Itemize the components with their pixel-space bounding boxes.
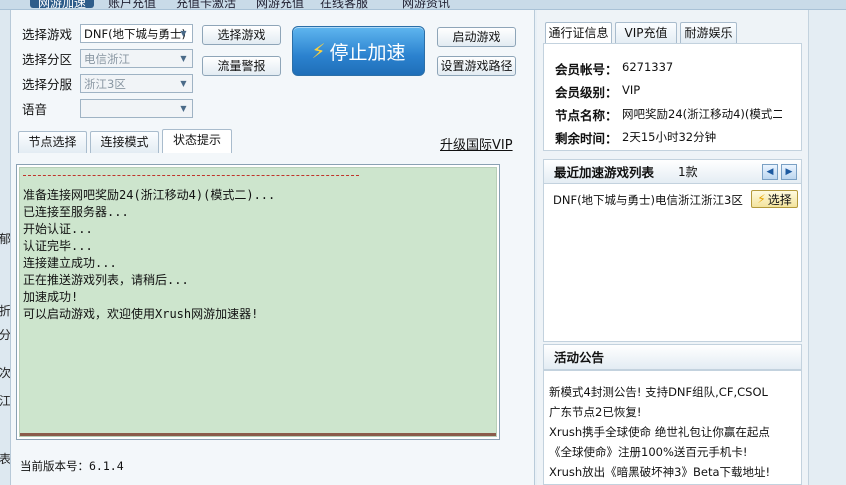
- notice-item[interactable]: Xrush放出《暗黑破坏神3》Beta下载地址!: [549, 464, 770, 480]
- log-line: 加速成功!: [23, 290, 79, 304]
- top-tab-support[interactable]: 在线客服: [320, 0, 368, 9]
- chevron-down-icon: ▼: [180, 79, 187, 88]
- tab-entertainment[interactable]: 耐游娱乐: [680, 22, 737, 44]
- log-line: 可以启动游戏，欢迎使用Xrush网游加速器!: [23, 307, 259, 321]
- game-label: 选择游戏: [22, 27, 73, 42]
- left-strip-glyph: 表: [0, 452, 11, 466]
- stop-accelerate-button[interactable]: ⚡ 停止加速: [292, 26, 425, 76]
- notice-item[interactable]: 《全球使命》注册100%送百元手机卡!: [549, 444, 748, 460]
- recent-game-item[interactable]: DNF(地下城与勇士)电信浙江浙江3区: [553, 192, 743, 208]
- right-gutter: [808, 10, 846, 485]
- left-clipped-strip: 郁 折 分 次 江 表: [0, 10, 11, 485]
- account-id-value: 6271337: [622, 60, 674, 74]
- left-strip-glyph: 次: [0, 366, 11, 380]
- top-nav-strip: 网游加速 账户充值 充值卡激活 网游充值 在线客服 网游资讯: [0, 0, 846, 10]
- node-name-key: 节点名称：: [555, 108, 618, 123]
- version-label: 当前版本号：: [20, 459, 89, 473]
- recent-games-list: DNF(地下城与勇士)电信浙江浙江3区 ⚡ 选择: [543, 183, 802, 342]
- chevron-down-icon: ▼: [180, 29, 187, 38]
- member-level-value: VIP: [622, 83, 641, 97]
- chevron-down-icon: ▼: [180, 54, 187, 63]
- notice-item[interactable]: 新模式4封测公告! 支持DNF组队,CF,CSOL: [549, 384, 768, 400]
- tab-status[interactable]: 状态提示: [162, 129, 232, 153]
- chevron-down-icon: ▼: [180, 104, 187, 113]
- next-arrow-icon[interactable]: ▶: [781, 164, 797, 180]
- log-line: 连接建立成功...: [23, 256, 117, 270]
- left-strip-glyph: 折: [0, 304, 11, 318]
- tab-vip-recharge[interactable]: VIP充值: [615, 22, 677, 44]
- notice-item[interactable]: Xrush携手全球使命 绝世礼包让你赢在起点: [549, 424, 770, 440]
- version-info: 当前版本号：6.1.4: [20, 458, 124, 474]
- notices-title: 活动公告: [554, 350, 605, 365]
- set-game-path-button[interactable]: 设置游戏路径: [437, 56, 516, 76]
- upgrade-vip-link[interactable]: 升级国际VIP: [440, 134, 513, 153]
- account-info-box: 会员帐号： 6271337 会员级别： VIP 节点名称： 网吧奖励24(浙江移…: [543, 43, 802, 151]
- status-log[interactable]: 准备连接网吧奖励24(浙江移动4)(模式二)... 已连接至服务器... 开始认…: [16, 164, 500, 440]
- account-id-key: 会员帐号：: [555, 62, 618, 77]
- left-strip-glyph: 分: [0, 328, 11, 342]
- tab-connect-mode[interactable]: 连接模式: [90, 131, 159, 153]
- select-game-button[interactable]: 选择游戏: [202, 25, 281, 45]
- voice-select[interactable]: ▼: [80, 99, 193, 118]
- zone-select[interactable]: 电信浙江 ▼: [80, 49, 193, 68]
- notices-header: 活动公告: [543, 344, 802, 370]
- recent-game-select-button[interactable]: ⚡ 选择: [751, 190, 798, 208]
- lightning-icon: ⚡: [757, 192, 766, 206]
- top-tab-recharge[interactable]: 账户充值: [108, 0, 156, 9]
- log-line: 准备连接网吧奖励24(浙江移动4)(模式二)...: [23, 188, 276, 202]
- remaining-time-key: 剩余时间：: [555, 131, 618, 146]
- left-strip-glyph: 江: [0, 394, 11, 408]
- launch-game-button[interactable]: 启动游戏: [437, 27, 516, 47]
- zone-label: 选择分区: [22, 52, 73, 67]
- server-select-value: 浙江3区: [84, 77, 126, 91]
- voice-label: 语音: [22, 102, 48, 117]
- node-name-value: 网吧奖励24(浙江移动4)(模式二): [622, 107, 782, 121]
- game-select[interactable]: DNF(地下城与勇士) ▼: [80, 24, 193, 43]
- remaining-time-value: 2天15小时32分钟: [622, 130, 717, 144]
- log-line: 正在推送游戏列表，请稍后...: [23, 273, 189, 287]
- server-label: 选择分服: [22, 77, 73, 92]
- lightning-icon: ⚡: [311, 39, 326, 63]
- recent-games-title: 最近加速游戏列表: [554, 165, 655, 180]
- recent-games-count: 1款: [678, 165, 698, 179]
- top-tab-card-activate[interactable]: 充值卡激活: [176, 0, 236, 9]
- log-bottom-bar: [20, 433, 496, 436]
- recent-game-select-label: 选择: [767, 192, 792, 207]
- member-level-key: 会员级别：: [555, 85, 618, 100]
- notice-item[interactable]: 广东节点2已恢复!: [549, 404, 641, 420]
- server-select[interactable]: 浙江3区 ▼: [80, 74, 193, 93]
- traffic-alarm-button[interactable]: 流量警报: [202, 56, 281, 76]
- notices-list: 新模式4封测公告! 支持DNF组队,CF,CSOL 广东节点2已恢复! Xrus…: [543, 370, 802, 485]
- top-tab-news[interactable]: 网游资讯: [402, 0, 450, 9]
- top-tab-game-recharge[interactable]: 网游充值: [256, 0, 304, 9]
- left-strip-glyph: 郁: [0, 232, 11, 246]
- version-value: 6.1.4: [89, 459, 124, 473]
- zone-select-value: 电信浙江: [84, 52, 130, 66]
- stop-accelerate-label: 停止加速: [329, 41, 406, 64]
- log-line: 已连接至服务器...: [23, 205, 129, 219]
- top-tab-accelerate[interactable]: 网游加速: [30, 0, 95, 9]
- game-select-value: DNF(地下城与勇士): [84, 27, 187, 41]
- log-line: 开始认证...: [23, 222, 93, 236]
- status-log-content: 准备连接网吧奖励24(浙江移动4)(模式二)... 已连接至服务器... 开始认…: [19, 167, 497, 437]
- prev-arrow-icon[interactable]: ◀: [762, 164, 778, 180]
- log-line: 认证完毕...: [23, 239, 93, 253]
- log-separator: [23, 175, 359, 176]
- tab-account-info[interactable]: 通行证信息: [545, 22, 612, 44]
- tab-node-select[interactable]: 节点选择: [18, 131, 87, 153]
